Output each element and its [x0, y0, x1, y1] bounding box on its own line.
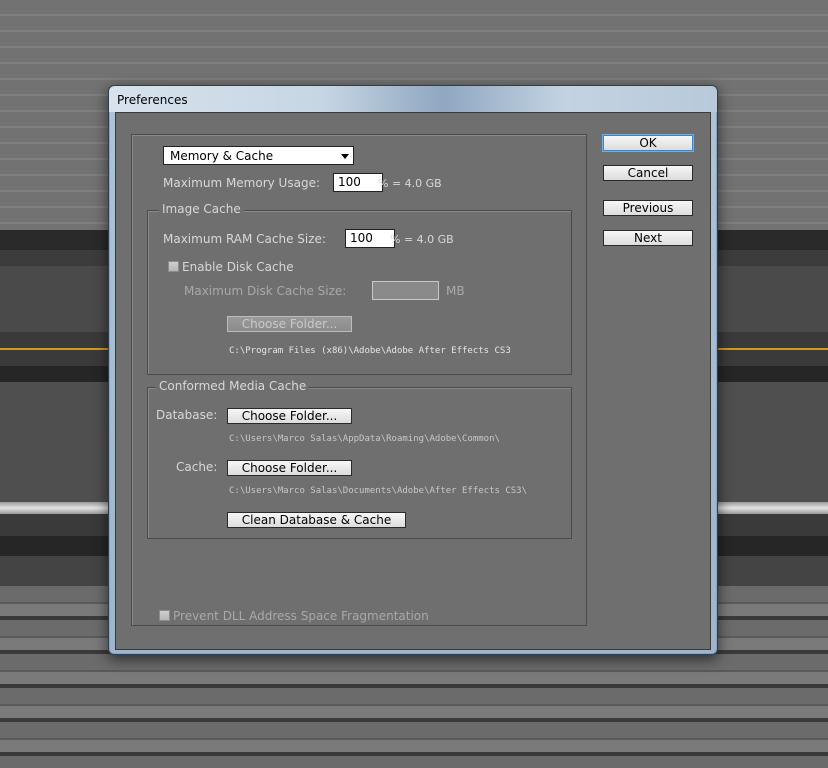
max-disk-cache-input[interactable]: [372, 281, 439, 300]
next-button[interactable]: Next: [603, 230, 693, 246]
enable-disk-cache-label: Enable Disk Cache: [182, 260, 294, 274]
prevent-dll-fragmentation-label: Prevent DLL Address Space Fragmentation: [173, 609, 429, 623]
image-cache-group: Image Cache Maximum RAM Cache Size: 100 …: [147, 202, 572, 375]
max-ram-cache-input[interactable]: 100: [345, 229, 395, 248]
max-ram-cache-label: Maximum RAM Cache Size:: [163, 232, 326, 246]
max-disk-cache-unit: MB: [446, 284, 465, 298]
max-memory-input[interactable]: 100: [333, 173, 383, 192]
database-choose-folder-button[interactable]: Choose Folder...: [227, 408, 352, 424]
preferences-dialog: Preferences Memory & Cache Maximum Memor…: [108, 85, 718, 655]
cache-choose-folder-button[interactable]: Choose Folder...: [227, 460, 352, 476]
cancel-button[interactable]: Cancel: [603, 165, 693, 181]
conformed-media-cache-group: Conformed Media Cache Database: Choose F…: [147, 379, 572, 539]
max-memory-label: Maximum Memory Usage:: [163, 176, 320, 190]
disk-cache-choose-folder-button[interactable]: Choose Folder...: [227, 316, 352, 332]
previous-button[interactable]: Previous: [603, 200, 693, 216]
window-title: Preferences: [117, 93, 188, 107]
dialog-content: Memory & Cache Maximum Memory Usage: 100…: [115, 112, 711, 650]
title-bar[interactable]: Preferences: [109, 86, 717, 112]
database-path: C:\Users\Marco Salas\AppData\Roaming\Ado…: [229, 434, 500, 444]
disk-cache-path: C:\Program Files (x86)\Adobe\Adobe After…: [229, 346, 511, 356]
enable-disk-cache-checkbox[interactable]: [168, 261, 179, 272]
clean-database-cache-button[interactable]: Clean Database & Cache: [227, 512, 406, 528]
prevent-dll-fragmentation-checkbox[interactable]: [159, 610, 170, 621]
ok-button[interactable]: OK: [603, 135, 693, 151]
cache-label: Cache:: [176, 460, 218, 474]
max-ram-cache-unit: % = 4.0 GB: [390, 233, 454, 246]
cache-path: C:\Users\Marco Salas\Documents\Adobe\Aft…: [229, 486, 528, 496]
conformed-media-cache-title: Conformed Media Cache: [156, 379, 310, 393]
chevron-down-icon: [341, 154, 349, 159]
image-cache-title: Image Cache: [159, 202, 244, 216]
settings-panel: Memory & Cache Maximum Memory Usage: 100…: [131, 134, 587, 626]
database-label: Database:: [156, 408, 218, 422]
section-dropdown[interactable]: Memory & Cache: [163, 146, 354, 165]
max-memory-unit: % = 4.0 GB: [378, 177, 442, 190]
section-dropdown-value: Memory & Cache: [170, 149, 274, 163]
max-disk-cache-label: Maximum Disk Cache Size:: [184, 284, 347, 298]
